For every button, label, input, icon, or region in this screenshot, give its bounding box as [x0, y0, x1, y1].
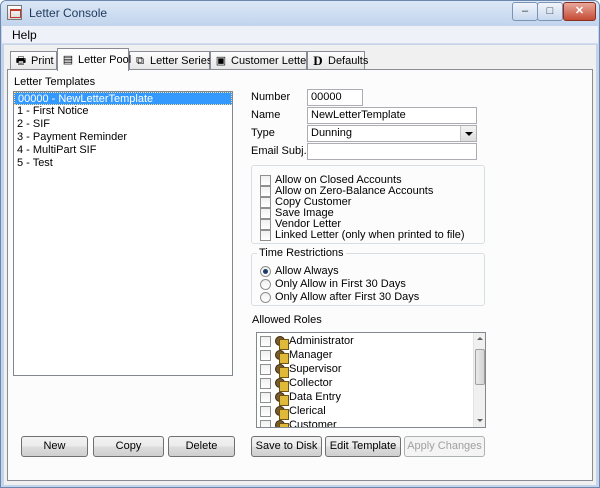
radio-button[interactable] [260, 292, 271, 303]
close-button[interactable]: ✕ [563, 2, 596, 21]
radio-label: Only Allow after First 30 Days [275, 291, 420, 303]
window-title: Letter Console [29, 6, 108, 20]
letter-console-window: Letter Console – □ ✕ Help 🖶 Print ▤ Lett… [0, 0, 600, 488]
tab-label: Defaults [328, 55, 369, 67]
letter-templates-heading: Letter Templates [14, 76, 96, 88]
number-label: Number [251, 91, 291, 103]
name-field[interactable]: NewLetterTemplate [307, 107, 477, 124]
radio-label: Allow Always [275, 265, 339, 277]
tab-print[interactable]: 🖶 Print [10, 51, 57, 70]
minimize-button[interactable]: – [512, 2, 538, 21]
checkbox[interactable] [260, 350, 271, 361]
scroll-thumb[interactable] [475, 349, 485, 385]
scroll-down-icon[interactable] [475, 416, 485, 426]
user-role-icon [274, 335, 289, 350]
tab-label: Print [31, 55, 54, 67]
user-role-icon [274, 349, 289, 364]
tab-label: Letter Series [150, 55, 213, 67]
user-role-icon [274, 419, 289, 427]
user-role-icon [274, 405, 289, 420]
copy-button[interactable]: Copy [93, 436, 164, 457]
role-label: Supervisor [289, 363, 342, 375]
tab-label: Letter Pool [78, 54, 132, 66]
role-label: Collector [289, 377, 333, 389]
roles-scrollbar[interactable] [473, 333, 485, 427]
role-label: Data Entry [289, 391, 341, 403]
letter-options-group: Allow on Closed Accounts Allow on Zero-B… [251, 165, 485, 244]
checkbox[interactable] [260, 197, 271, 208]
name-label: Name [251, 109, 281, 121]
letter-pool-page: Letter Templates 00000 - NewLetterTempla… [7, 69, 593, 481]
email-subject-field[interactable] [307, 143, 477, 160]
checkbox[interactable] [260, 378, 271, 389]
type-label: Type [251, 127, 275, 139]
time-restrictions-title: Time Restrictions [257, 247, 346, 259]
list-item[interactable]: 5 - Test [14, 157, 232, 170]
tab-defaults[interactable]: D Defaults [307, 51, 369, 70]
save-to-disk-button[interactable]: Save to Disk [251, 436, 322, 457]
edit-template-button[interactable]: Edit Template [325, 436, 401, 457]
printer-icon: 🖶 [15, 55, 27, 67]
scroll-up-icon[interactable] [475, 334, 485, 344]
new-button[interactable]: New [21, 436, 88, 457]
allowed-roles-group: Allowed Roles Administrator Manager Supe… [251, 314, 491, 436]
letter-templates-list[interactable]: 00000 - NewLetterTemplate 1 - First Noti… [13, 91, 233, 376]
chevron-down-icon[interactable] [460, 126, 476, 141]
checkbox[interactable] [260, 392, 271, 403]
list-item[interactable]: 1 - First Notice [14, 105, 232, 118]
radio-button[interactable] [260, 266, 271, 277]
client-area: 🖶 Print ▤ Letter Pool ⧉ Letter Series ▣ … [4, 45, 596, 485]
menu-help[interactable]: Help [12, 28, 37, 42]
role-label: Clerical [289, 405, 326, 417]
list-item[interactable]: 00000 - NewLetterTemplate [14, 92, 232, 105]
user-role-icon [274, 391, 289, 406]
radio-button[interactable] [260, 279, 271, 290]
checkbox[interactable] [260, 186, 271, 197]
tab-letter-series[interactable]: ⧉ Letter Series [129, 51, 213, 70]
letter-series-icon: ⧉ [136, 55, 144, 67]
checkbox[interactable] [260, 336, 271, 347]
type-select-value: Dunning [311, 127, 352, 139]
apply-changes-button[interactable]: Apply Changes [404, 436, 485, 457]
allowed-roles-list[interactable]: Administrator Manager Supervisor Collect… [256, 332, 486, 428]
checkbox[interactable] [260, 364, 271, 375]
list-item[interactable]: 4 - MultiPart SIF [14, 144, 232, 157]
maximize-button[interactable]: □ [537, 2, 563, 21]
tab-customer-letters[interactable]: ▣ Customer Letters [210, 51, 315, 70]
menu-bar: Help [2, 26, 598, 44]
app-icon [7, 5, 22, 20]
role-label: Manager [289, 349, 333, 361]
checkbox[interactable] [260, 219, 271, 230]
checkbox[interactable] [260, 420, 271, 427]
list-item[interactable]: 2 - SIF [14, 118, 232, 131]
radio-label: Only Allow in First 30 Days [275, 278, 406, 290]
list-item[interactable]: 3 - Payment Reminder [14, 131, 232, 144]
title-bar: Letter Console – □ ✕ [1, 1, 599, 25]
defaults-icon: D [313, 53, 323, 68]
user-role-icon [274, 363, 289, 378]
time-restrictions-group: Time Restrictions Allow Always Only Allo… [251, 247, 485, 306]
role-label: Administrator [289, 335, 354, 347]
number-field[interactable]: 00000 [307, 89, 363, 106]
type-select[interactable]: Dunning [307, 125, 477, 142]
document-icon: ▤ [62, 54, 74, 66]
checkbox[interactable] [260, 208, 271, 219]
option-label: Linked Letter (only when printed to file… [275, 229, 465, 241]
checkbox[interactable] [260, 175, 271, 186]
customer-letter-icon: ▣ [215, 55, 227, 67]
email-subject-label: Email Subj. [251, 145, 307, 157]
checkbox[interactable] [260, 230, 271, 241]
delete-button[interactable]: Delete [168, 436, 235, 457]
allowed-roles-title: Allowed Roles [252, 314, 322, 326]
tab-label: Customer Letters [231, 55, 316, 67]
checkbox[interactable] [260, 406, 271, 417]
role-label: Customer [289, 419, 337, 428]
user-role-icon [274, 377, 289, 392]
tab-letter-pool[interactable]: ▤ Letter Pool [57, 48, 132, 71]
